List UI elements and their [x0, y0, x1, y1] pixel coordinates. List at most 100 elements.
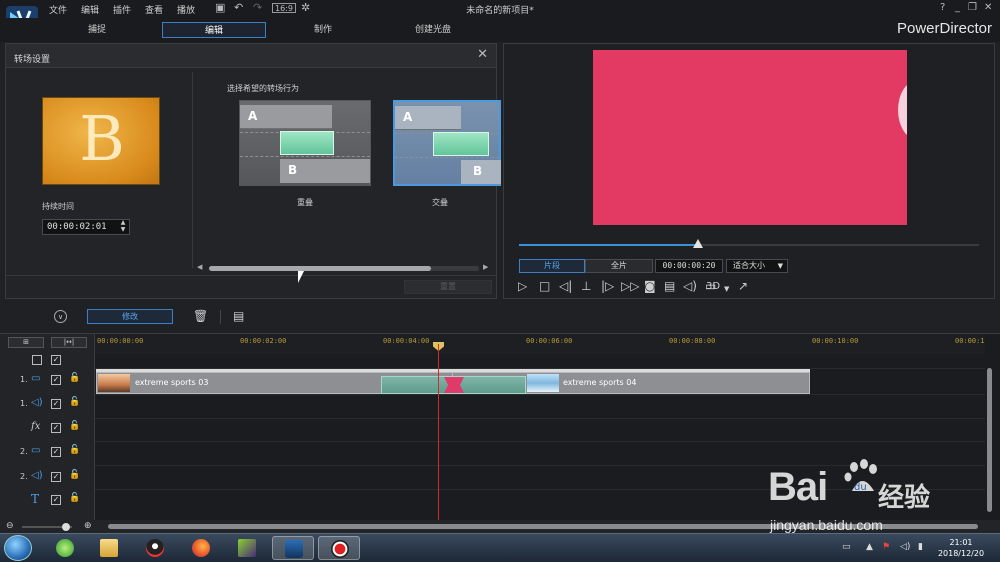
transition-bar — [433, 132, 489, 156]
video-track-icon: ▭ — [31, 445, 41, 456]
track-enable-checkbox[interactable]: ✓ — [51, 399, 61, 409]
lock-icon[interactable]: 🔓 — [69, 470, 80, 480]
enable-all-checkbox[interactable]: ✓ — [51, 355, 61, 365]
chevron-down-icon[interactable]: ▼ — [724, 283, 729, 295]
playhead-line — [438, 344, 439, 520]
help-icon[interactable]: ? — [940, 2, 945, 13]
clip-a-letter: A — [248, 109, 258, 123]
play-icon[interactable]: ▷ — [518, 280, 527, 292]
tab-create-disc[interactable]: 创建光盘 — [381, 22, 485, 38]
clip-thumbnail — [527, 374, 559, 392]
volume-icon[interactable]: ◁) — [683, 280, 697, 292]
minimize-icon[interactable]: _ — [955, 2, 960, 13]
divider — [220, 310, 221, 324]
lock-icon[interactable]: 🔓 — [69, 421, 80, 431]
audio-track-icon: ◁) — [31, 470, 43, 481]
ruler-label: 00:00:06:00 — [526, 337, 573, 345]
subtitles-icon[interactable]: ▤ — [664, 280, 675, 292]
snapshot-icon[interactable]: ◙ — [644, 280, 656, 292]
volume-icon[interactable]: ◁) — [900, 542, 910, 552]
tab-capture[interactable]: 捕捉 — [45, 22, 149, 38]
modify-button[interactable]: 修改 — [87, 309, 173, 324]
fast-forward-icon[interactable]: ▷▷ — [621, 280, 639, 292]
undock-icon[interactable]: ↗ — [738, 280, 748, 292]
zoom-out-icon[interactable]: ⊖ — [6, 521, 14, 531]
lock-icon[interactable]: 🔓 — [69, 397, 80, 407]
divider — [95, 394, 985, 395]
panel-header: 转场设置 ✕ — [6, 44, 496, 68]
timeline-ruler[interactable]: 00:00:00:00 00:00:02:00 00:00:04:00 00:0… — [95, 334, 985, 354]
fit-size-select[interactable]: 适合大小 ▼ — [726, 259, 788, 273]
taskbar-app-recorder[interactable] — [318, 536, 360, 560]
delete-icon[interactable]: 🗑 — [193, 309, 208, 323]
expand-icon[interactable]: ∨ — [54, 310, 67, 323]
taskbar-app-qq[interactable] — [134, 536, 176, 560]
start-button[interactable] — [4, 535, 32, 561]
track-manager-button[interactable]: ⊞ — [8, 337, 44, 348]
zoom-in-icon[interactable]: ⊕ — [84, 521, 92, 531]
clip-mode-button[interactable]: 片段 — [519, 259, 585, 273]
taskbar-app-360[interactable] — [44, 536, 86, 560]
scroll-right-icon[interactable]: ▶ — [483, 263, 488, 271]
firefox-icon — [192, 539, 210, 557]
clip-label: extreme sports 04 — [563, 378, 637, 387]
tab-edit[interactable]: 编辑 — [162, 22, 266, 38]
video-track-icon: ▭ — [31, 373, 41, 384]
panel-close-icon[interactable]: ✕ — [477, 47, 488, 62]
track-enable-checkbox[interactable]: ✓ — [51, 472, 61, 482]
ruler-label: 00:00:08:00 — [669, 337, 716, 345]
track-enable-checkbox[interactable]: ✓ — [51, 375, 61, 385]
divider — [395, 157, 499, 158]
tab-produce[interactable]: 制作 — [271, 22, 375, 38]
tray-clock[interactable]: 21:01 2018/12/20 — [934, 537, 988, 559]
divider — [6, 275, 496, 276]
options-scrollbar[interactable]: ◀ ▶ — [197, 263, 492, 273]
track-enable-checkbox[interactable]: ✓ — [51, 423, 61, 433]
stop-icon[interactable]: □ — [539, 280, 550, 292]
taskbar-app-explorer[interactable] — [88, 536, 130, 560]
expand-tray-icon[interactable]: ▲ — [866, 542, 873, 552]
previous-frame-icon[interactable]: ◁| — [559, 280, 572, 292]
lock-icon[interactable]: 🔓 — [69, 373, 80, 383]
split-icon[interactable]: ⊥ — [581, 280, 591, 292]
title-track-icon: T — [31, 492, 40, 506]
close-icon[interactable]: ✕ — [984, 2, 992, 13]
option-cross[interactable]: A B — [393, 100, 501, 186]
taskbar-app-powerdirector[interactable] — [272, 536, 314, 560]
next-frame-icon[interactable]: |▷ — [601, 280, 614, 292]
zoom-slider-handle[interactable] — [62, 523, 70, 531]
transition-bar — [280, 131, 334, 155]
duration-spinner[interactable]: ▲ ▼ — [116, 219, 130, 235]
track-enable-checkbox[interactable]: ✓ — [51, 495, 61, 505]
powerdirector-icon — [285, 540, 303, 558]
taskbar-app-media[interactable] — [226, 536, 268, 560]
more-tools-icon[interactable]: ▤ — [233, 309, 244, 323]
movie-mode-button[interactable]: 全片 — [585, 259, 653, 273]
network-icon[interactable]: ▮ — [918, 542, 923, 552]
taskbar-app-firefox[interactable] — [180, 536, 222, 560]
select-all-checkbox[interactable] — [32, 355, 42, 365]
scroll-left-icon[interactable]: ◀ — [197, 263, 202, 271]
lock-icon[interactable]: 🔓 — [69, 445, 80, 455]
edit-toolbar: ∨ 修改 🗑 ▤ — [0, 302, 1000, 332]
option-overlap[interactable]: A B — [239, 100, 371, 186]
fit-timeline-button[interactable]: |↔| — [51, 337, 87, 348]
lock-icon[interactable]: 🔓 — [69, 493, 80, 503]
divider — [95, 441, 985, 442]
timecode-display[interactable]: 00:00:00:20 — [655, 259, 723, 273]
watermark-jingyan: 经验 — [878, 483, 931, 513]
mode-3d[interactable]: 3D — [706, 281, 720, 293]
keyboard-icon[interactable]: ▭ — [842, 542, 851, 552]
track-number: 2. — [20, 472, 28, 481]
restore-icon[interactable]: ❐ — [968, 2, 977, 13]
scroll-thumb[interactable] — [209, 266, 431, 271]
panel-divider — [192, 72, 193, 268]
transition-thumbnail: B — [42, 97, 160, 185]
track-row-video-2: 2. ▭ ✓ 🔓 — [0, 442, 95, 464]
flag-icon[interactable]: ⚑ — [882, 542, 890, 552]
ruler-label: 00:00:04:00 — [383, 337, 430, 345]
preview-video[interactable] — [593, 50, 907, 225]
reset-button[interactable]: 重置 — [404, 280, 492, 294]
track-enable-checkbox[interactable]: ✓ — [51, 447, 61, 457]
seek-handle[interactable] — [693, 239, 704, 248]
